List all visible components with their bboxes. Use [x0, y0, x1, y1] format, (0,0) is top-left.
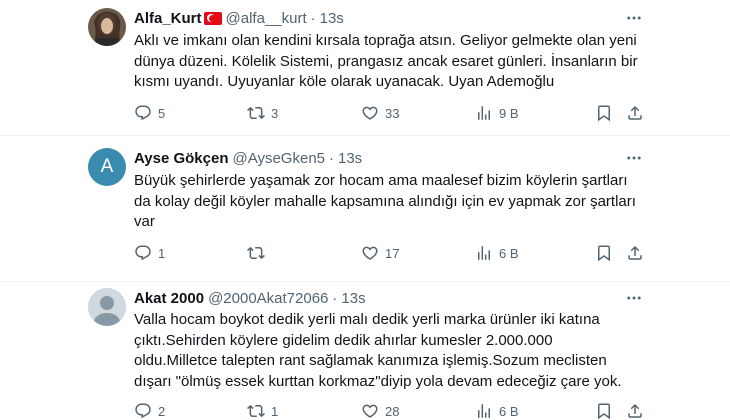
retweet-icon [247, 402, 265, 420]
share-button[interactable] [626, 401, 644, 420]
tweet-text-line: da kolay değil köyler mahalle kapsamına … [134, 192, 636, 210]
tweet-text-line: var [134, 213, 155, 230]
more-icon[interactable] [624, 148, 644, 168]
views-icon [475, 402, 493, 420]
timestamp[interactable]: 13s [320, 10, 344, 27]
tweet-text-line: Aklı ve imkanı olan kendini kırsala topr… [134, 32, 637, 49]
tweet-text-line: Büyük şehirlerde yaşamak zor hocam ama m… [134, 172, 628, 189]
bookmark-button[interactable] [595, 401, 613, 420]
reply-count: 5 [158, 105, 166, 121]
retweet-count: 3 [271, 105, 279, 121]
tweet-text-line: Valla hocam boykot dedik yerli malı dedi… [134, 311, 600, 328]
views-count: 6 B [499, 245, 519, 261]
bookmark-icon [595, 244, 613, 262]
reply-icon [134, 244, 152, 262]
like-count: 17 [385, 245, 400, 261]
share-button[interactable] [626, 103, 644, 123]
like-count: 28 [385, 403, 400, 419]
tweet-text: Büyük şehirlerde yaşamak zor hocam ama m… [134, 171, 654, 233]
tweet-actions: 2 1 28 6 B [134, 401, 654, 420]
retweet-icon [247, 244, 265, 262]
display-name[interactable]: Akat 2000 [134, 290, 204, 307]
tweet-text-line: kısmı uyandı. Uyuyanlar köle olarak uyan… [134, 73, 555, 90]
tweet-card[interactable]: Alfa_Kurt @alfa__kurt · 13s Aklı ve imka… [0, 0, 730, 136]
like-button[interactable]: 17 [361, 243, 399, 263]
user-handle[interactable]: @AyseGken5 [233, 150, 326, 167]
views-count: 9 B [499, 105, 519, 121]
tweet-text-line: çıktı.Sehirden köylere gidelim dedik ahı… [134, 331, 553, 349]
tweet-text-line: dünya düzeni. Kölelik Sistemi, prangasız… [134, 52, 638, 70]
more-icon[interactable] [624, 8, 644, 28]
user-handle[interactable]: @alfa__kurt [226, 10, 307, 27]
bookmark-button[interactable] [595, 243, 613, 263]
tweet-actions: 1 17 6 B [134, 243, 654, 263]
views-icon [475, 244, 493, 262]
separator: · [310, 9, 316, 27]
reply-icon [134, 402, 152, 420]
reply-button[interactable]: 5 [134, 103, 165, 123]
reply-button[interactable]: 1 [134, 243, 165, 263]
reply-count: 2 [158, 403, 166, 419]
separator: · [332, 289, 338, 307]
share-button[interactable] [626, 243, 644, 263]
share-icon [626, 402, 644, 420]
tweet-feed: Alfa_Kurt @alfa__kurt · 13s Aklı ve imka… [0, 0, 730, 420]
display-name[interactable]: Alfa_Kurt [134, 10, 202, 27]
tweet-text: Aklı ve imkanı olan kendini kırsala topr… [134, 31, 654, 93]
retweet-count: 1 [271, 403, 279, 419]
tweet-text: Valla hocam boykot dedik yerli malı dedi… [134, 310, 654, 392]
views-button[interactable]: 6 B [475, 401, 519, 420]
separator: · [329, 149, 334, 167]
views-count: 6 B [499, 403, 519, 419]
retweet-icon [247, 104, 265, 122]
tweet-text-line: dışarı "ölmüş essek kurttan korkmaz"diyi… [134, 372, 622, 390]
reply-icon [134, 104, 152, 122]
tweet-header: Alfa_Kurt @alfa__kurt · 13s [134, 8, 344, 28]
tweet-text-line: oldu.Milletce talepten rant sağlamak kan… [134, 352, 607, 369]
more-icon[interactable] [624, 288, 644, 308]
avatar[interactable] [88, 8, 126, 46]
display-name[interactable]: Ayse Gökçen [134, 150, 229, 167]
tweet-header: Ayse Gökçen @AyseGken5 · 13s [134, 148, 362, 168]
timestamp[interactable]: 13s [341, 290, 365, 307]
like-icon [361, 104, 379, 122]
avatar-letter: A [100, 156, 114, 177]
turkey-flag-icon [203, 11, 222, 25]
like-icon [361, 402, 379, 420]
views-icon [475, 104, 493, 122]
like-button[interactable]: 33 [361, 103, 399, 123]
user-handle[interactable]: @2000Akat72066 [208, 290, 328, 307]
tweet-card[interactable]: A Ayse Gökçen @AyseGken5 · 13s Büyük şeh… [0, 136, 730, 282]
timestamp[interactable]: 13s [338, 150, 362, 167]
views-button[interactable]: 6 B [475, 243, 519, 263]
views-button[interactable]: 9 B [475, 103, 519, 123]
bookmark-icon [595, 104, 613, 122]
bookmark-button[interactable] [595, 103, 613, 123]
share-icon [626, 244, 644, 262]
retweet-button[interactable] [247, 243, 271, 263]
share-icon [626, 104, 644, 122]
retweet-button[interactable]: 3 [247, 103, 278, 123]
bookmark-icon [595, 402, 613, 420]
tweet-actions: 5 3 33 9 B [134, 103, 654, 123]
tweet-card[interactable]: Akat 2000 @2000Akat72066 · 13s Valla hoc… [0, 282, 730, 420]
like-icon [361, 244, 379, 262]
avatar[interactable] [88, 288, 126, 326]
reply-button[interactable]: 2 [134, 401, 165, 420]
like-button[interactable]: 28 [361, 401, 399, 420]
like-count: 33 [385, 105, 400, 121]
retweet-button[interactable]: 1 [247, 401, 278, 420]
reply-count: 1 [158, 245, 166, 261]
tweet-header: Akat 2000 @2000Akat72066 · 13s [134, 288, 366, 308]
avatar[interactable]: A [88, 148, 126, 186]
